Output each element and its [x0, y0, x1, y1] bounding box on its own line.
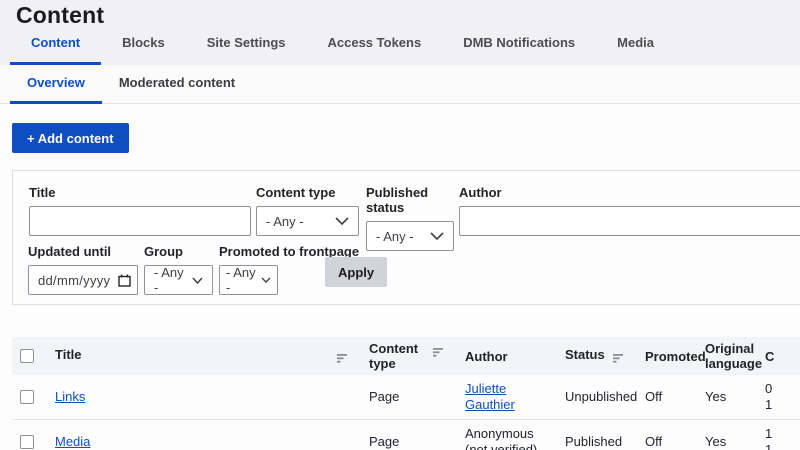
row-checkbox-cell: [12, 429, 49, 450]
published-status-filter-label: Published status: [366, 185, 454, 215]
row-promoted-cell: Off: [638, 428, 698, 450]
author-filter-input[interactable]: [459, 206, 800, 236]
content-type-filter-label: Content type: [256, 185, 359, 200]
published-status-select[interactable]: - Any -: [366, 221, 454, 251]
secondary-tabs-inner: Overview Moderated content: [10, 65, 252, 104]
tab-site-settings[interactable]: Site Settings: [186, 25, 307, 65]
updated-until-date-input[interactable]: dd/mm/yyyy: [28, 265, 138, 295]
column-header-status[interactable]: Status: [558, 343, 638, 370]
apply-button[interactable]: Apply: [325, 257, 387, 287]
published-status-filter: Published status - Any -: [366, 185, 454, 251]
row-status-cell: Unpublished: [558, 383, 638, 411]
filters-panel: Title Content type - Any - Published sta…: [12, 170, 800, 305]
add-content-button[interactable]: + Add content: [12, 123, 129, 153]
tab-dmb-notifications[interactable]: DMB Notifications: [442, 25, 596, 65]
table-header-row: Title Content type Author Status: [12, 337, 800, 375]
content-type-select-value: - Any -: [266, 214, 304, 229]
content-admin-page: Content Content Blocks Site Settings Acc…: [0, 0, 800, 450]
group-select[interactable]: - Any -: [144, 265, 213, 295]
row-title-cell: Media: [49, 428, 362, 450]
content-type-select[interactable]: - Any -: [256, 206, 359, 236]
column-header-author[interactable]: Author: [458, 345, 558, 368]
updated-until-filter: Updated until dd/mm/yyyy: [28, 244, 138, 295]
row-created-cell-clipped: 0 1: [758, 375, 800, 419]
author-filter: Author: [459, 185, 800, 236]
sort-icon[interactable]: [433, 345, 445, 360]
title-filter: Title: [29, 185, 251, 236]
chevron-down-icon: [335, 217, 349, 225]
row-original-language-cell: Yes: [698, 428, 758, 450]
row-content-type-cell: Page: [362, 428, 458, 450]
chevron-down-icon: [261, 277, 271, 283]
column-header-created-clipped[interactable]: C: [758, 345, 800, 368]
author-filter-label: Author: [459, 185, 800, 200]
primary-tabs: Content Blocks Site Settings Access Toke…: [10, 25, 675, 65]
select-all-checkbox-cell: [12, 345, 49, 367]
group-filter-label: Group: [144, 244, 213, 259]
secondary-tabs: Overview Moderated content: [0, 65, 800, 104]
title-filter-label: Title: [29, 185, 251, 200]
row-created-cell-clipped: 1 1: [758, 420, 800, 450]
tab-overview[interactable]: Overview: [10, 65, 102, 104]
row-checkbox[interactable]: [20, 435, 34, 449]
column-header-title[interactable]: Title: [49, 343, 362, 370]
sort-icon[interactable]: [613, 351, 625, 366]
table-row: Links Page Juliette Gauthier Unpublished…: [12, 375, 800, 420]
select-all-checkbox[interactable]: [20, 349, 34, 363]
content-table: Title Content type Author Status: [12, 337, 800, 450]
chevron-down-icon: [430, 232, 444, 240]
promoted-filter-label: Promoted to frontpage: [219, 244, 278, 259]
tab-content[interactable]: Content: [10, 25, 101, 65]
tab-media[interactable]: Media: [596, 25, 675, 65]
sort-icon[interactable]: [337, 351, 349, 366]
row-original-language-cell: Yes: [698, 383, 758, 411]
row-content-type-cell: Page: [362, 383, 458, 411]
promoted-select-value: - Any -: [226, 265, 258, 295]
table-row: Media Page Anonymous (not verified) Publ…: [12, 420, 800, 450]
updated-until-filter-label: Updated until: [28, 244, 138, 259]
page-header: Content Content Blocks Site Settings Acc…: [0, 0, 800, 65]
published-status-select-value: - Any -: [376, 229, 414, 244]
column-header-original-language[interactable]: Original language: [698, 337, 758, 375]
row-promoted-cell: Off: [638, 383, 698, 411]
row-title-cell: Links: [49, 383, 362, 411]
row-status-cell: Published: [558, 428, 638, 450]
row-checkbox[interactable]: [20, 390, 34, 404]
title-filter-input[interactable]: [29, 206, 251, 236]
tab-moderated-content[interactable]: Moderated content: [102, 65, 252, 104]
tab-access-tokens[interactable]: Access Tokens: [307, 25, 443, 65]
tab-blocks[interactable]: Blocks: [101, 25, 186, 65]
content-title-link[interactable]: Links: [55, 389, 85, 404]
content-type-filter: Content type - Any -: [256, 185, 359, 236]
author-link[interactable]: Juliette Gauthier: [465, 381, 515, 412]
chevron-down-icon: [192, 277, 203, 284]
group-select-value: - Any -: [154, 265, 184, 295]
date-placeholder: dd/mm/yyyy: [38, 273, 110, 288]
promoted-select[interactable]: - Any -: [219, 265, 278, 295]
group-filter: Group - Any -: [144, 244, 213, 295]
content-title-link[interactable]: Media: [55, 434, 90, 449]
row-author-cell: Juliette Gauthier: [458, 375, 558, 419]
row-checkbox-cell: [12, 384, 49, 410]
calendar-icon[interactable]: [118, 274, 131, 287]
promoted-to-frontpage-filter: Promoted to frontpage - Any -: [219, 244, 278, 295]
row-author-cell: Anonymous (not verified): [458, 420, 558, 450]
column-header-content-type[interactable]: Content type: [362, 337, 458, 375]
column-header-promoted[interactable]: Promoted: [638, 345, 698, 368]
